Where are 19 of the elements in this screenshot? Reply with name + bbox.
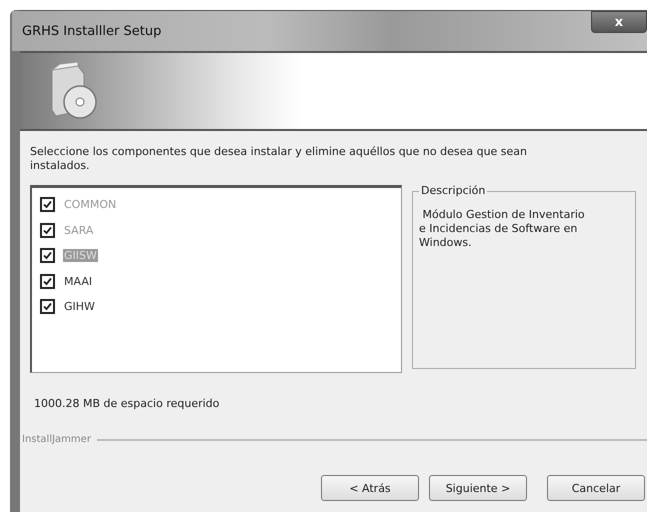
dialog-button[interactable]: < Atrás xyxy=(321,475,419,501)
brand-label: InstallJammer xyxy=(22,434,91,445)
checkmark-icon xyxy=(42,301,53,312)
space-required-text: 1000.28 MB de espacio requerido xyxy=(34,397,220,410)
group-title: Descripción xyxy=(419,184,488,197)
checkmark-icon xyxy=(42,250,53,262)
checkmark-icon xyxy=(42,224,53,236)
window-title: GRHS Installler Setup xyxy=(22,24,162,38)
checkbox[interactable] xyxy=(40,299,55,314)
checkbox[interactable] xyxy=(40,274,55,289)
component-label[interactable]: MAAI xyxy=(63,274,94,288)
description-text: Módulo Gestion de Inventario e Incidencias de Software en Windows. xyxy=(419,208,586,250)
component-label[interactable]: GIHW xyxy=(63,300,96,314)
dialog-button[interactable]: Siguiente > xyxy=(429,475,527,501)
instruction-text: Seleccione los componentes que desea instalar y elimine aquéllos que no desea que sean instalados. xyxy=(30,145,528,173)
close-button[interactable]: x xyxy=(591,11,647,33)
checkmark-icon xyxy=(42,276,53,287)
dialog-button[interactable]: Cancelar xyxy=(547,475,645,501)
checkmark-icon xyxy=(42,199,53,210)
